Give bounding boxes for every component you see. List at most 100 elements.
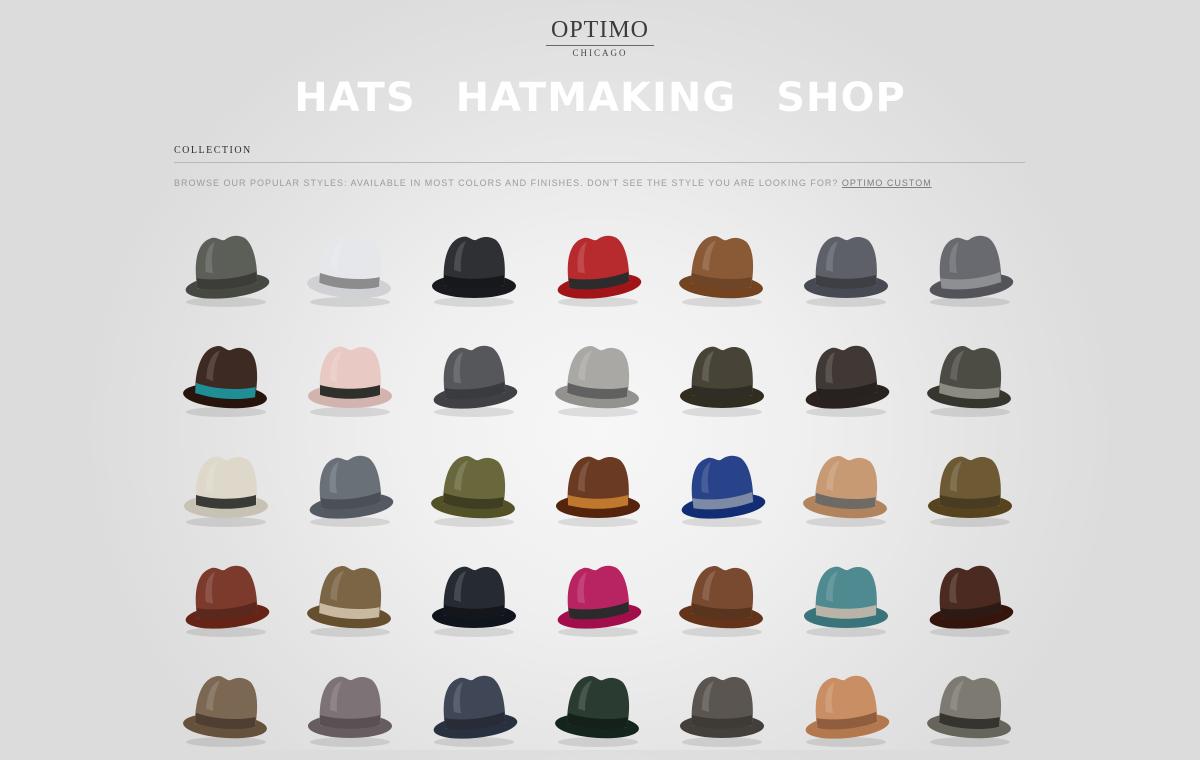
- hat-item[interactable]: [164, 210, 288, 320]
- hat-item[interactable]: [536, 430, 660, 540]
- hat-item[interactable]: [288, 430, 412, 540]
- hat-item[interactable]: [660, 210, 784, 320]
- hat-item[interactable]: [164, 540, 288, 650]
- hat-item[interactable]: [164, 320, 288, 430]
- hat-item[interactable]: [784, 650, 908, 760]
- hat-shadow: [930, 517, 1010, 527]
- hat-item[interactable]: [412, 430, 536, 540]
- fedora-hat-icon: [185, 565, 270, 637]
- hat-shadow: [434, 297, 514, 307]
- hat-shadow: [310, 627, 390, 637]
- nav-hats[interactable]: HATS: [294, 74, 415, 122]
- fedora-hat-icon: [183, 345, 267, 417]
- hat-item[interactable]: [412, 540, 536, 650]
- hat-item[interactable]: [412, 320, 536, 430]
- hat-item[interactable]: [784, 540, 908, 650]
- hat-shadow: [310, 517, 390, 527]
- hat-shadow: [930, 737, 1010, 747]
- fedora-hat-icon: [803, 455, 887, 527]
- hat-shadow: [682, 297, 762, 307]
- hat-item[interactable]: [784, 210, 908, 320]
- hat-grid: [164, 210, 1034, 760]
- fedora-hat-icon: [307, 235, 391, 307]
- hat-item[interactable]: [288, 320, 412, 430]
- hat-shadow: [558, 627, 638, 637]
- fedora-hat-icon: [680, 676, 764, 747]
- brand-city: CHICAGO: [572, 48, 628, 58]
- fedora-hat-icon: [679, 235, 763, 307]
- fedora-hat-icon: [927, 345, 1011, 417]
- hat-item[interactable]: [288, 210, 412, 320]
- hat-shadow: [806, 407, 886, 417]
- hat-item[interactable]: [288, 540, 412, 650]
- fedora-hat-icon: [433, 345, 518, 417]
- hat-shadow: [930, 627, 1010, 637]
- hat-shadow: [682, 627, 762, 637]
- fedora-hat-icon: [928, 456, 1012, 527]
- hat-item[interactable]: [908, 320, 1032, 430]
- fedora-hat-icon: [432, 236, 516, 307]
- hat-item[interactable]: [412, 650, 536, 760]
- fedora-hat-icon: [431, 455, 515, 527]
- hat-shadow: [434, 737, 514, 747]
- fedora-hat-icon: [555, 675, 639, 747]
- fedora-hat-icon: [308, 676, 392, 747]
- hat-item[interactable]: [908, 210, 1032, 320]
- hat-shadow: [186, 407, 266, 417]
- hat-item[interactable]: [660, 540, 784, 650]
- hat-shadow: [186, 517, 266, 527]
- hat-shadow: [682, 407, 762, 417]
- optimo-custom-link[interactable]: OPTIMO CUSTOM: [842, 178, 932, 188]
- hat-item[interactable]: [412, 210, 536, 320]
- hat-item[interactable]: [288, 650, 412, 760]
- fedora-hat-icon: [680, 346, 764, 417]
- hat-item[interactable]: [908, 650, 1032, 760]
- hat-shadow: [558, 517, 638, 527]
- hat-shadow: [558, 297, 638, 307]
- hat-shadow: [930, 297, 1010, 307]
- fedora-hat-icon: [804, 566, 888, 637]
- brand-name: OPTIMO: [550, 17, 649, 43]
- hat-item[interactable]: [784, 320, 908, 430]
- hat-item[interactable]: [164, 430, 288, 540]
- hat-item[interactable]: [536, 320, 660, 430]
- hat-item[interactable]: [784, 430, 908, 540]
- hat-item[interactable]: [908, 430, 1032, 540]
- hat-shadow: [310, 407, 390, 417]
- fedora-hat-icon: [679, 565, 763, 637]
- hat-shadow: [186, 627, 266, 637]
- hat-item[interactable]: [908, 540, 1032, 650]
- fedora-hat-icon: [308, 346, 392, 417]
- hat-shadow: [434, 517, 514, 527]
- fedora-hat-icon: [557, 235, 642, 307]
- hat-item[interactable]: [536, 210, 660, 320]
- hat-item[interactable]: [660, 650, 784, 760]
- logo-divider: [546, 45, 654, 46]
- section-divider: [174, 162, 1025, 163]
- hat-shadow: [682, 737, 762, 747]
- nav-shop[interactable]: SHOP: [776, 74, 906, 122]
- brand-logo[interactable]: OPTIMO CHICAGO: [0, 16, 1200, 58]
- hat-shadow: [186, 297, 266, 307]
- fedora-hat-icon: [309, 455, 394, 527]
- fedora-hat-icon: [929, 565, 1014, 637]
- fedora-hat-icon: [804, 236, 888, 307]
- fedora-hat-icon: [185, 235, 270, 307]
- fedora-hat-icon: [184, 456, 268, 527]
- hat-shadow: [930, 407, 1010, 417]
- nav-hatmaking[interactable]: HATMAKING: [456, 74, 737, 122]
- intro-text: BROWSE OUR POPULAR STYLES: AVAILABLE IN …: [174, 178, 932, 188]
- hat-item[interactable]: [164, 650, 288, 760]
- hat-item[interactable]: [660, 320, 784, 430]
- fedora-hat-icon: [555, 345, 639, 417]
- hat-shadow: [806, 627, 886, 637]
- hat-item[interactable]: [660, 430, 784, 540]
- hat-item[interactable]: [536, 650, 660, 760]
- hat-shadow: [310, 737, 390, 747]
- fedora-hat-icon: [183, 675, 267, 747]
- hat-shadow: [806, 517, 886, 527]
- hat-shadow: [186, 737, 266, 747]
- fedora-hat-icon: [307, 565, 391, 637]
- hat-shadow: [806, 737, 886, 747]
- hat-item[interactable]: [536, 540, 660, 650]
